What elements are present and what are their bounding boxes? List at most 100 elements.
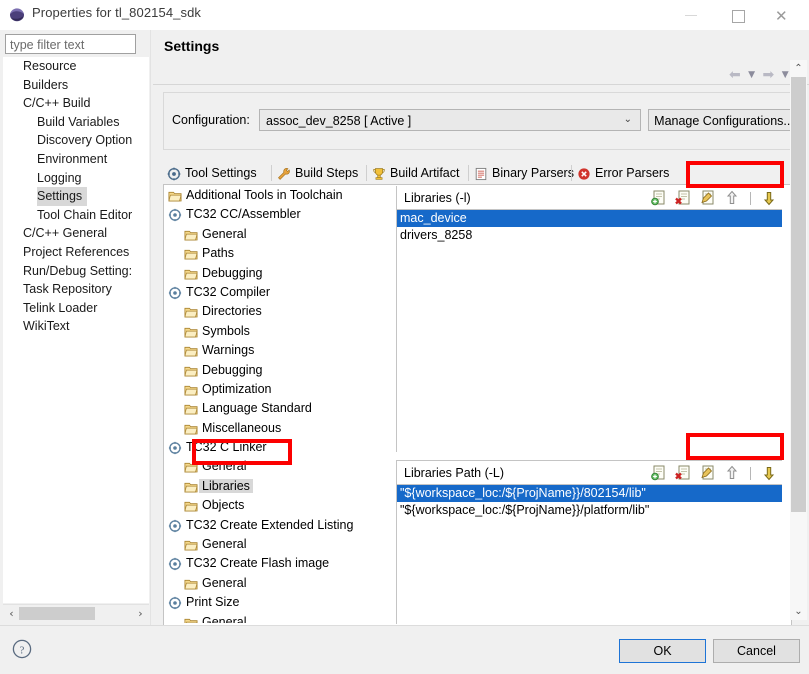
tool-tree-item-flash-image-general[interactable]: General <box>164 574 372 593</box>
forward-dropdown-icon[interactable]: ▼ <box>782 70 789 80</box>
close-icon: ✕ <box>775 7 788 25</box>
list-item[interactable]: mac_device <box>397 210 782 227</box>
sidebar-item-resource[interactable]: Resource <box>3 57 149 76</box>
tab-build-steps[interactable]: Build Steps <box>273 162 366 184</box>
tool-tree-item-linker-libraries[interactable]: Libraries <box>164 477 372 496</box>
tool-tree-item-compiler-debugging[interactable]: Debugging <box>164 361 372 380</box>
list-item[interactable]: "${workspace_loc:/${ProjName}}/802154/li… <box>397 485 782 502</box>
sidebar-item-cpp-general[interactable]: C/C++ General <box>3 224 149 243</box>
tool-tree-item-assembler-paths[interactable]: Paths <box>164 244 372 263</box>
delete-icon[interactable] <box>674 464 692 482</box>
tool-tree-item-compiler-optimization[interactable]: Optimization <box>164 380 372 399</box>
manage-configurations-button[interactable]: Manage Configurations... <box>648 109 800 131</box>
sidebar-item-run-debug-settings[interactable]: Run/Debug Setting: <box>3 262 149 281</box>
tab-build-artifact-label: Build Artifact <box>390 166 460 180</box>
tool-tree-item-tc32-cc-assembler[interactable]: TC32 CC/Assembler <box>164 205 372 224</box>
scrollbar-thumb[interactable] <box>19 607 95 620</box>
tab-error-parsers-label: Error Parsers <box>595 166 670 180</box>
list-item[interactable]: "${workspace_loc:/${ProjName}}/platform/… <box>397 502 782 519</box>
error-icon <box>577 166 591 180</box>
tool-tree-item-label: Directories <box>202 304 262 319</box>
tool-tree-item-assembler-debugging[interactable]: Debugging <box>164 264 372 283</box>
sidebar-item-builders[interactable]: Builders <box>3 76 149 95</box>
sidebar-horizontal-scrollbar[interactable]: ‹ › <box>3 604 149 622</box>
sidebar-item-logging[interactable]: Logging <box>3 169 149 188</box>
folder-icon <box>184 422 198 436</box>
edit-icon[interactable] <box>699 464 717 482</box>
tool-tree-item-linker-general[interactable]: General <box>164 457 372 476</box>
sidebar-item-settings[interactable]: Settings <box>3 187 149 206</box>
tool-tree-item-tc32-compiler[interactable]: TC32 Compiler <box>164 283 372 302</box>
tool-tree-item-print-size-general[interactable]: General <box>164 613 372 623</box>
tool-tree-item-create-extended-listing[interactable]: TC32 Create Extended Listing <box>164 516 372 535</box>
configuration-value: assoc_dev_8258 [ Active ] <box>266 114 412 128</box>
tool-tree-item-print-size[interactable]: Print Size <box>164 593 372 612</box>
binary-parser-icon <box>474 166 488 181</box>
ok-button[interactable]: OK <box>619 639 706 663</box>
sidebar-item-task-repository[interactable]: Task Repository <box>3 280 149 299</box>
tool-icon <box>168 519 182 533</box>
tool-options-tree[interactable]: Additional Tools in Toolchain TC32 CC/As… <box>164 186 372 623</box>
sidebar-item-project-references[interactable]: Project References <box>3 243 149 262</box>
libraries-list[interactable]: mac_device drivers_8258 <box>397 210 782 244</box>
tool-tree-item-compiler-directories[interactable]: Directories <box>164 302 372 321</box>
sidebar-item-discovery-options[interactable]: Discovery Option <box>3 131 149 150</box>
title-bar: Properties for tl_802154_sdk ✕ <box>0 0 809 30</box>
tab-binary-parsers[interactable]: Binary Parsers <box>470 162 582 184</box>
scrollbar-thumb[interactable] <box>791 77 806 512</box>
wrench-icon <box>277 166 291 180</box>
filter-input[interactable]: type filter text <box>5 34 136 54</box>
tool-tree-item-tc32-c-linker[interactable]: TC32 C Linker <box>164 438 372 457</box>
move-down-icon[interactable] <box>760 464 778 482</box>
tool-tree-item-create-flash-image[interactable]: TC32 Create Flash image <box>164 554 372 573</box>
sidebar-item-telink-loader[interactable]: Telink Loader <box>3 299 149 318</box>
edit-icon[interactable] <box>699 189 717 207</box>
tool-tree-item-label: General <box>202 575 247 590</box>
forward-arrow-icon[interactable]: ➡ <box>763 67 775 83</box>
list-item[interactable]: drivers_8258 <box>397 227 782 244</box>
scroll-left-icon[interactable]: ‹ <box>4 606 19 621</box>
minimize-button[interactable] <box>669 0 715 30</box>
tool-tree-item-label: TC32 Compiler <box>186 284 271 299</box>
sidebar-item-tool-chain-editor[interactable]: Tool Chain Editor <box>3 206 149 225</box>
help-icon[interactable]: ? <box>11 638 33 660</box>
tool-tree-item-compiler-miscellaneous[interactable]: Miscellaneous <box>164 419 372 438</box>
sidebar-item-wikitext[interactable]: WikiText <box>3 317 149 336</box>
libraries-path-list[interactable]: "${workspace_loc:/${ProjName}}/802154/li… <box>397 485 782 519</box>
tool-tree-item-assembler-general[interactable]: General <box>164 225 372 244</box>
window-title: Properties for tl_802154_sdk <box>32 5 202 20</box>
tool-tree-item-compiler-symbols[interactable]: Symbols <box>164 322 372 341</box>
move-up-icon[interactable] <box>723 464 741 482</box>
tab-error-parsers[interactable]: Error Parsers <box>573 162 677 184</box>
properties-dialog: Properties for tl_802154_sdk ✕ type filt… <box>0 0 809 674</box>
sidebar-item-build-variables[interactable]: Build Variables <box>3 113 149 132</box>
tool-tree-item-extended-listing-general[interactable]: General <box>164 535 372 554</box>
page-vertical-scrollbar[interactable]: ⌃ ⌄ <box>790 60 807 620</box>
add-icon[interactable] <box>650 189 668 207</box>
scroll-right-icon[interactable]: › <box>133 606 148 621</box>
sidebar-item-environment[interactable]: Environment <box>3 150 149 169</box>
maximize-button[interactable] <box>715 0 761 30</box>
properties-category-tree[interactable]: Resource Builders C/C++ Build Build Vari… <box>3 57 149 603</box>
tool-tree-item-additional-tools[interactable]: Additional Tools in Toolchain <box>164 186 372 205</box>
libraries-panel-header: Libraries (-l) <box>397 186 782 210</box>
tool-tree-item-linker-objects[interactable]: Objects <box>164 496 372 515</box>
tool-tree-item-compiler-language-standard[interactable]: Language Standard <box>164 399 372 418</box>
move-up-icon[interactable] <box>723 189 741 207</box>
tool-settings-icon <box>167 166 181 181</box>
tab-build-artifact[interactable]: Build Artifact <box>368 162 467 184</box>
back-dropdown-icon[interactable]: ▼ <box>748 70 755 80</box>
tool-tree-item-compiler-warnings[interactable]: Warnings <box>164 341 372 360</box>
tab-tool-settings[interactable]: Tool Settings <box>163 162 265 184</box>
back-arrow-icon[interactable]: ⬅ <box>729 67 741 83</box>
delete-icon[interactable] <box>674 189 692 207</box>
configuration-select[interactable]: assoc_dev_8258 [ Active ] ⌄ <box>259 109 641 131</box>
move-down-icon[interactable] <box>760 189 778 207</box>
scroll-down-icon[interactable]: ⌄ <box>790 603 807 620</box>
configuration-panel: Configuration: assoc_dev_8258 [ Active ]… <box>163 92 800 150</box>
add-icon[interactable] <box>650 464 668 482</box>
cancel-button[interactable]: Cancel <box>713 639 800 663</box>
sidebar-item-cpp-build[interactable]: C/C++ Build <box>3 94 149 113</box>
close-button[interactable]: ✕ <box>761 0 807 30</box>
scroll-up-icon[interactable]: ⌃ <box>790 60 807 77</box>
